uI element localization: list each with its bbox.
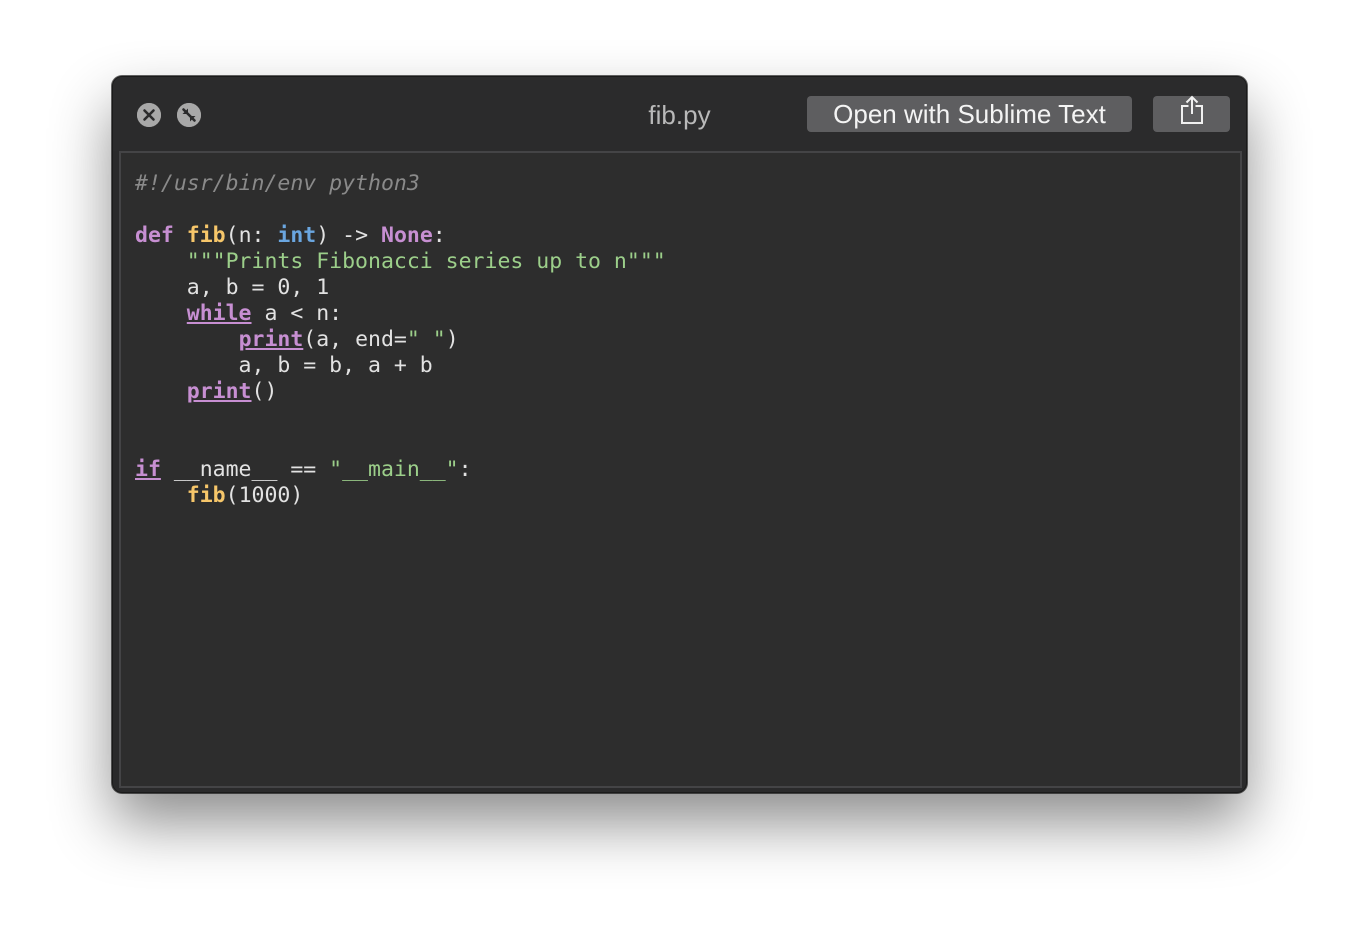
code-preview-area[interactable]: #!/usr/bin/env python3 def fib(n: int) ->…	[119, 151, 1242, 788]
code-token-plain: :	[432, 223, 446, 248]
close-icon[interactable]	[137, 103, 161, 127]
code-token-builtin-kw: if	[135, 457, 161, 482]
code-token-plain: a, b = b, a + b	[135, 353, 433, 378]
code-line: print()	[135, 379, 666, 405]
code-line: #!/usr/bin/env python3	[135, 171, 666, 197]
code-token-plain: ()	[251, 379, 278, 404]
open-with-sublime-button[interactable]: Open with Sublime Text	[807, 96, 1132, 132]
code-token-string: " "	[406, 327, 446, 352]
code-line: if __name__ == "__main__":	[135, 457, 666, 483]
quicklook-window: fib.py Open with Sublime Text #!/usr/bin…	[112, 76, 1247, 793]
code-token-string: "__main__"	[329, 457, 459, 482]
code-token-func: fib	[186, 223, 226, 248]
code-token-plain: (1000)	[225, 483, 304, 508]
code-token-builtin-kw: print	[186, 379, 252, 404]
code-token-plain: )	[445, 327, 459, 352]
code-token-builtin-kw: print	[238, 327, 304, 352]
code-token-plain: a < n:	[251, 301, 343, 326]
code-line: a, b = 0, 1	[135, 275, 666, 301]
code-token-keyword: None	[381, 223, 433, 248]
code-token-builtin-kw: while	[186, 301, 252, 326]
title-bar: fib.py Open with Sublime Text	[113, 77, 1246, 151]
code-token-string: """Prints Fibonacci series up to n"""	[186, 249, 666, 274]
code-token-type: int	[277, 223, 317, 248]
code-line: while a < n:	[135, 301, 666, 327]
code-line: a, b = b, a + b	[135, 353, 666, 379]
code-token-plain: (n:	[225, 223, 278, 248]
code-token-keyword: def	[135, 223, 174, 248]
code-token-plain: (a, end=	[303, 327, 407, 352]
code-line: fib(1000)	[135, 483, 666, 509]
code-token-plain: :	[458, 457, 472, 482]
share-icon	[1179, 95, 1205, 134]
code-token-plain: ) ->	[316, 223, 381, 248]
code-line: print(a, end=" ")	[135, 327, 666, 353]
code-token-plain: __name__ ==	[160, 457, 330, 482]
code-line: """Prints Fibonacci series up to n"""	[135, 249, 666, 275]
code-token-plain: a, b = 0, 1	[135, 275, 330, 300]
share-button[interactable]	[1153, 95, 1230, 134]
code-line: def fib(n: int) -> None:	[135, 223, 666, 249]
fullscreen-off-icon[interactable]	[177, 103, 201, 127]
code-token-comment: #!/usr/bin/env python3	[135, 171, 420, 196]
code-token-func: fib	[186, 483, 226, 508]
code-block: #!/usr/bin/env python3 def fib(n: int) ->…	[135, 171, 666, 509]
